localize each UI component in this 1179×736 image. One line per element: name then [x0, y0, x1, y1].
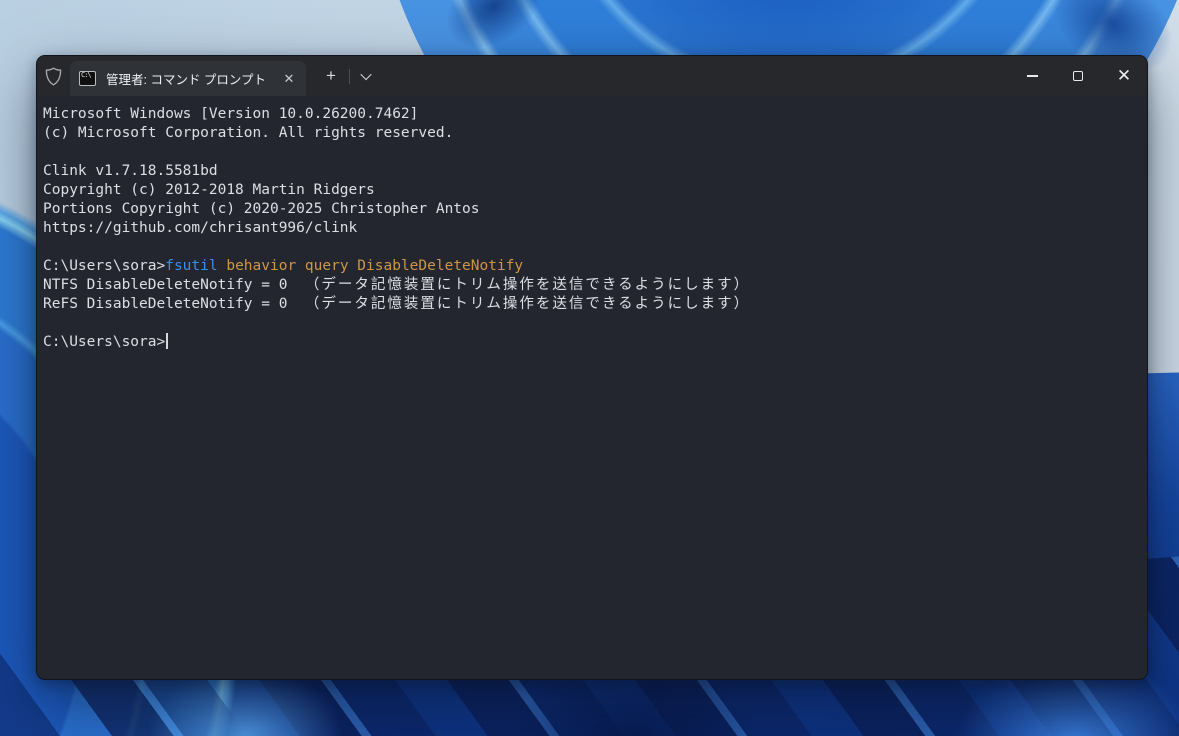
terminal-text: C:\Users\sora>: [43, 258, 166, 274]
terminal-text: （データ記憶装置にトリム操作を送信できるようにします）: [304, 296, 751, 312]
close-button[interactable]: ✕: [1101, 56, 1147, 96]
terminal-line: Clink v1.7.18.5581bd: [43, 162, 1139, 181]
terminal-line: https://github.com/chrisant996/clink: [43, 219, 1139, 238]
titlebar-drag-region[interactable]: [381, 56, 1009, 96]
tab-title: 管理者: コマンド プロンプト: [106, 73, 267, 87]
tab-dropdown-button[interactable]: [351, 63, 381, 89]
minimize-icon: [1026, 75, 1038, 77]
terminal-text: NTFS DisableDeleteNotify = 0: [43, 277, 305, 293]
terminal-text: Clink v1.7.18.5581bd: [43, 163, 218, 179]
tab-close-icon[interactable]: ✕: [280, 70, 298, 88]
terminal-text: ReFS DisableDeleteNotify = 0: [43, 296, 305, 312]
terminal-text: fsutil: [165, 258, 218, 274]
terminal-line: NTFS DisableDeleteNotify = 0 （データ記憶装置にトリ…: [43, 276, 1139, 295]
terminal-text: (c) Microsoft Corporation. All rights re…: [43, 125, 454, 141]
titlebar[interactable]: C:\ 管理者: コマンド プロンプト ✕ + ✕: [37, 56, 1147, 96]
new-tab-button[interactable]: +: [314, 63, 348, 89]
terminal-line: Microsoft Windows [Version 10.0.26200.74…: [43, 105, 1139, 124]
terminal-text: behavior query DisableDeleteNotify: [226, 258, 524, 274]
terminal-window: C:\ 管理者: コマンド プロンプト ✕ + ✕ Microsoft Wind…: [36, 55, 1148, 680]
terminal-cursor: [166, 333, 168, 349]
titlebar-separator: [349, 68, 350, 84]
terminal-line: ReFS DisableDeleteNotify = 0 （データ記憶装置にトリ…: [43, 295, 1139, 314]
terminal-text: Portions Copyright (c) 2020-2025 Christo…: [43, 201, 480, 217]
terminal-line: C:\Users\sora>fsutil behavior query Disa…: [43, 257, 1139, 276]
terminal-line: Copyright (c) 2012-2018 Martin Ridgers: [43, 181, 1139, 200]
terminal-line: Portions Copyright (c) 2020-2025 Christo…: [43, 200, 1139, 219]
terminal-line: (c) Microsoft Corporation. All rights re…: [43, 124, 1139, 143]
tab-command-prompt[interactable]: C:\ 管理者: コマンド プロンプト ✕: [70, 61, 306, 96]
admin-shield-icon: [37, 56, 70, 96]
chevron-down-icon: [360, 68, 372, 81]
terminal-text: Copyright (c) 2012-2018 Martin Ridgers: [43, 182, 375, 198]
terminal-text: https://github.com/chrisant996/clink: [43, 220, 358, 236]
terminal-text: （データ記憶装置にトリム操作を送信できるようにします）: [304, 277, 751, 293]
cmd-prompt-icon: C:\: [79, 71, 96, 86]
maximize-icon: [1073, 71, 1083, 81]
maximize-button[interactable]: [1055, 56, 1101, 96]
terminal-text: C:\Users\sora>: [43, 334, 166, 350]
terminal-output[interactable]: Microsoft Windows [Version 10.0.26200.74…: [37, 96, 1147, 679]
terminal-line: C:\Users\sora>: [43, 333, 1139, 352]
minimize-button[interactable]: [1009, 56, 1055, 96]
terminal-text: Microsoft Windows [Version 10.0.26200.74…: [43, 106, 419, 122]
